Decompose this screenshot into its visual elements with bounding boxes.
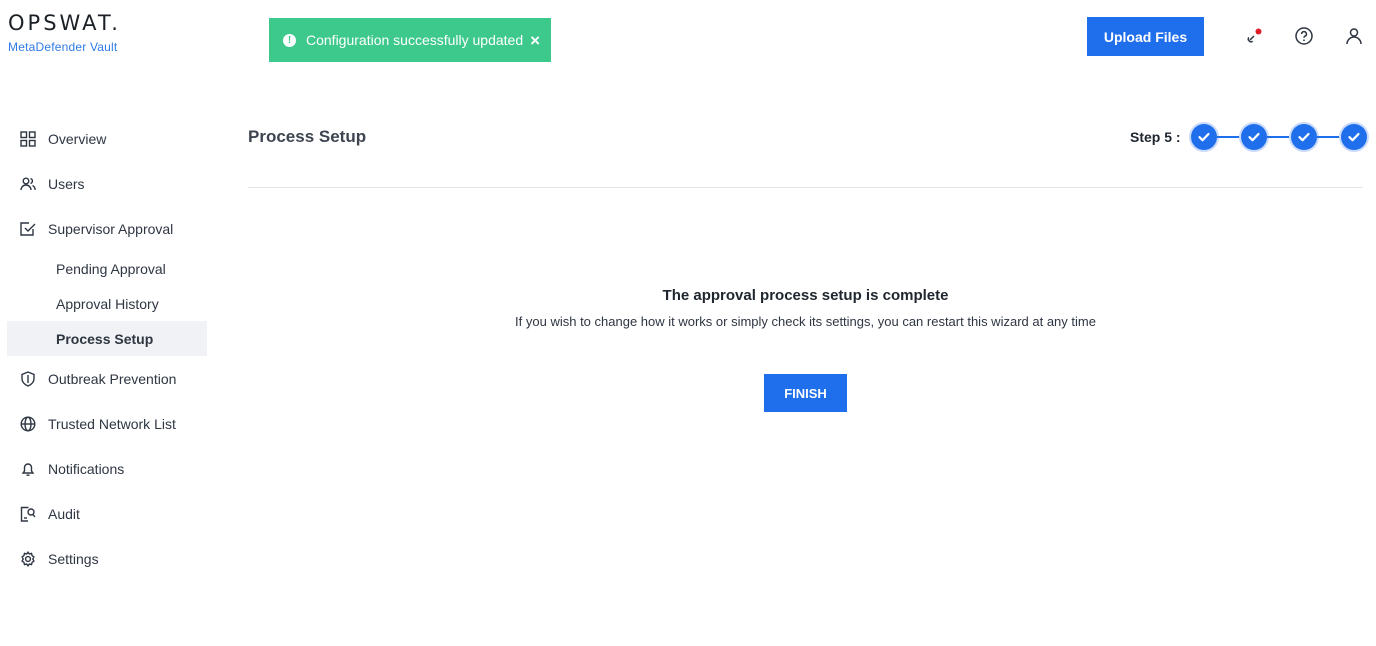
step-label: Step 5 :: [1130, 129, 1181, 145]
sidebar-item-label: Users: [48, 175, 85, 192]
completion-heading: The approval process setup is complete: [662, 287, 949, 304]
checkbox-icon: [20, 221, 36, 237]
upload-files-button[interactable]: Upload Files: [1087, 17, 1204, 56]
logo[interactable]: OPSWAT. MetaDefender Vault: [8, 12, 121, 54]
sidebar-subitem-pending-approval[interactable]: Pending Approval: [7, 251, 207, 286]
divider: [248, 187, 1363, 188]
page-title: Process Setup: [248, 127, 367, 146]
step-connector: [1216, 136, 1241, 138]
user-icon[interactable]: [1343, 25, 1365, 47]
help-icon[interactable]: [1293, 25, 1315, 47]
step-connector: [1266, 136, 1291, 138]
sidebar-item-label: Trusted Network List: [48, 415, 176, 432]
completion-description: If you wish to change how it works or si…: [515, 314, 1096, 329]
sidebar-subitem-approval-history[interactable]: Approval History: [7, 286, 207, 321]
sidebar-item-trusted-network-list[interactable]: Trusted Network List: [7, 401, 207, 446]
toast-message: Configuration successfully updated: [306, 32, 524, 48]
step-complete-icon: [1190, 124, 1217, 150]
sidebar-subitem-label: Approval History: [56, 295, 159, 312]
product-name: MetaDefender Vault: [8, 40, 118, 54]
shield-icon: [20, 370, 36, 387]
sidebar-subitem-label: Process Setup: [56, 330, 154, 347]
sidebar-item-notifications[interactable]: Notifications: [7, 446, 207, 491]
completion-message: The approval process setup is complete I…: [248, 287, 1363, 329]
logo-wordmark: OPSWAT.: [8, 11, 121, 35]
grid-icon: [20, 130, 36, 147]
sidebar: Overview Users Supervisor Approval Pendi…: [7, 116, 207, 581]
step-complete-icon: [1340, 124, 1367, 150]
success-toast: ! Configuration successfully updated ×: [269, 18, 551, 62]
sidebar-item-settings[interactable]: Settings: [7, 536, 207, 581]
link-notification-icon[interactable]: [1243, 25, 1265, 47]
globe-icon: [20, 415, 36, 432]
info-icon: !: [283, 33, 296, 47]
step-indicator: Step 5 :: [1130, 124, 1367, 150]
gear-icon: [20, 550, 36, 567]
sidebar-item-label: Audit: [48, 505, 80, 522]
sidebar-item-outbreak-prevention[interactable]: Outbreak Prevention: [7, 356, 207, 401]
sidebar-item-label: Settings: [48, 550, 99, 567]
step-complete-icon: [1240, 124, 1267, 150]
sidebar-item-label: Notifications: [48, 460, 125, 477]
step-complete-icon: [1290, 124, 1317, 150]
sidebar-subitem-label: Pending Approval: [56, 260, 166, 277]
users-icon: [20, 176, 36, 192]
sidebar-item-audit[interactable]: Audit: [7, 491, 207, 536]
sidebar-item-users[interactable]: Users: [7, 161, 207, 206]
sidebar-item-overview[interactable]: Overview: [7, 116, 207, 161]
sidebar-item-label: Supervisor Approval: [48, 220, 174, 237]
sidebar-subitem-process-setup[interactable]: Process Setup: [7, 321, 207, 356]
audit-icon: [20, 506, 36, 522]
sidebar-item-label: Overview: [48, 130, 107, 147]
sidebar-item-supervisor-approval[interactable]: Supervisor Approval: [7, 206, 207, 251]
bell-icon: [20, 461, 36, 477]
sidebar-item-label: Outbreak Prevention: [48, 370, 177, 387]
finish-button[interactable]: FINISH: [764, 374, 847, 412]
close-icon[interactable]: ×: [530, 32, 540, 49]
step-connector: [1316, 136, 1341, 138]
